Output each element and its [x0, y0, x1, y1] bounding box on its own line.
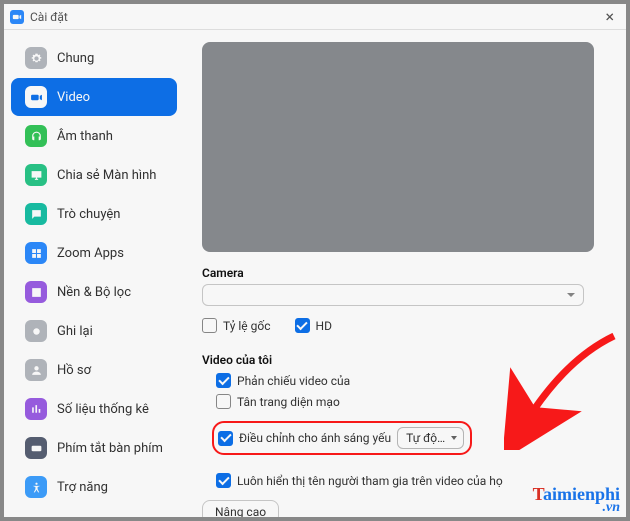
sidebar-item-screenshare[interactable]: Chia sẻ Màn hình	[11, 156, 177, 194]
sidebar-item-label: Chung	[57, 51, 94, 66]
record-icon	[25, 320, 47, 342]
camera-select[interactable]	[202, 284, 584, 306]
checkbox-checked-icon	[295, 318, 310, 333]
sidebar-item-label: Số liệu thống kê	[57, 402, 149, 417]
sidebar-item-chat[interactable]: Trò chuyện	[11, 195, 177, 233]
lowlight-row-highlight: Điều chỉnh cho ánh sáng yếu Tự độ…	[212, 421, 472, 455]
settings-content: Camera Tỷ lệ gốc HD Video của tôi Phản c…	[184, 30, 626, 517]
sidebar-item-recording[interactable]: Ghi lại	[11, 312, 177, 350]
hd-label: HD	[316, 319, 332, 333]
video-preview	[202, 42, 594, 252]
profile-icon	[25, 359, 47, 381]
sidebar-item-label: Ghi lại	[57, 324, 93, 339]
close-icon[interactable]: ×	[601, 5, 618, 28]
sidebar-item-audio[interactable]: Âm thanh	[11, 117, 177, 155]
camera-section-label: Camera	[202, 266, 610, 280]
checkbox-unchecked-icon	[202, 318, 217, 333]
sidebar: Chung Video Âm thanh Chia sẻ Màn hình Tr…	[4, 30, 184, 517]
monitor-icon	[25, 164, 47, 186]
modal-body: Chung Video Âm thanh Chia sẻ Màn hình Tr…	[4, 30, 626, 517]
stats-icon	[25, 398, 47, 420]
advanced-button-label: Nâng cao	[215, 505, 266, 517]
sidebar-item-label: Hồ sơ	[57, 363, 91, 378]
hd-checkbox-row[interactable]: HD	[295, 318, 332, 333]
titlebar: Cài đặt ×	[4, 4, 626, 30]
chat-icon	[25, 203, 47, 225]
video-icon	[25, 86, 47, 108]
checkbox-checked-icon	[216, 473, 231, 488]
sidebar-item-general[interactable]: Chung	[11, 39, 177, 77]
gear-icon	[25, 47, 47, 69]
arrow-annotation	[504, 330, 626, 450]
lowlight-label: Điều chỉnh cho ánh sáng yếu	[239, 431, 391, 445]
sidebar-item-label: Âm thanh	[57, 129, 113, 144]
sidebar-item-accessibility[interactable]: Trợ năng	[11, 468, 177, 506]
lowlight-checkbox[interactable]: Điều chỉnh cho ánh sáng yếu	[218, 431, 391, 446]
sidebar-item-apps[interactable]: Zoom Apps	[11, 234, 177, 272]
sidebar-item-label: Phím tắt bàn phím	[57, 441, 163, 456]
sidebar-item-profile[interactable]: Hồ sơ	[11, 351, 177, 389]
image-icon	[25, 281, 47, 303]
sidebar-item-label: Zoom Apps	[57, 246, 124, 261]
lowlight-mode-select[interactable]: Tự độ…	[397, 427, 464, 449]
mirror-video-checkbox[interactable]: Phản chiếu video của	[216, 373, 610, 388]
touchup-checkbox[interactable]: Tân trang diện mạo	[216, 394, 610, 409]
window-title: Cài đặt	[30, 10, 68, 24]
apps-icon	[25, 242, 47, 264]
checkbox-checked-icon	[216, 373, 231, 388]
accessibility-icon	[25, 476, 47, 498]
advanced-button[interactable]: Nâng cao	[202, 500, 279, 517]
app-icon	[10, 10, 24, 24]
settings-modal: Cài đặt × Chung Video Âm thanh Chia sẻ M…	[4, 4, 626, 517]
sidebar-item-video[interactable]: Video	[11, 78, 177, 116]
keyboard-icon	[25, 437, 47, 459]
always-show-names-checkbox[interactable]: Luôn hiển thị tên người tham gia trên vi…	[216, 473, 610, 488]
touchup-label: Tân trang diện mạo	[237, 395, 340, 409]
sidebar-item-label: Chia sẻ Màn hình	[57, 168, 156, 183]
sidebar-item-stats[interactable]: Số liệu thống kê	[11, 390, 177, 428]
sidebar-item-background[interactable]: Nền & Bộ lọc	[11, 273, 177, 311]
lowlight-mode-value: Tự độ…	[406, 431, 445, 445]
sidebar-item-label: Nền & Bộ lọc	[57, 285, 131, 300]
checkbox-unchecked-icon	[216, 394, 231, 409]
sidebar-item-label: Trò chuyện	[57, 207, 120, 222]
my-video-section-label: Video của tôi	[202, 353, 610, 367]
mirror-video-label: Phản chiếu video của	[237, 374, 350, 388]
aspect-ratio-checkbox-row[interactable]: Tỷ lệ gốc	[202, 318, 271, 333]
always-show-names-label: Luôn hiển thị tên người tham gia trên vi…	[237, 474, 503, 488]
sidebar-item-label: Trợ năng	[57, 480, 108, 495]
checkbox-checked-icon	[218, 431, 233, 446]
headphones-icon	[25, 125, 47, 147]
sidebar-item-shortcuts[interactable]: Phím tắt bàn phím	[11, 429, 177, 467]
sidebar-item-label: Video	[57, 90, 90, 105]
aspect-ratio-label: Tỷ lệ gốc	[223, 319, 271, 333]
